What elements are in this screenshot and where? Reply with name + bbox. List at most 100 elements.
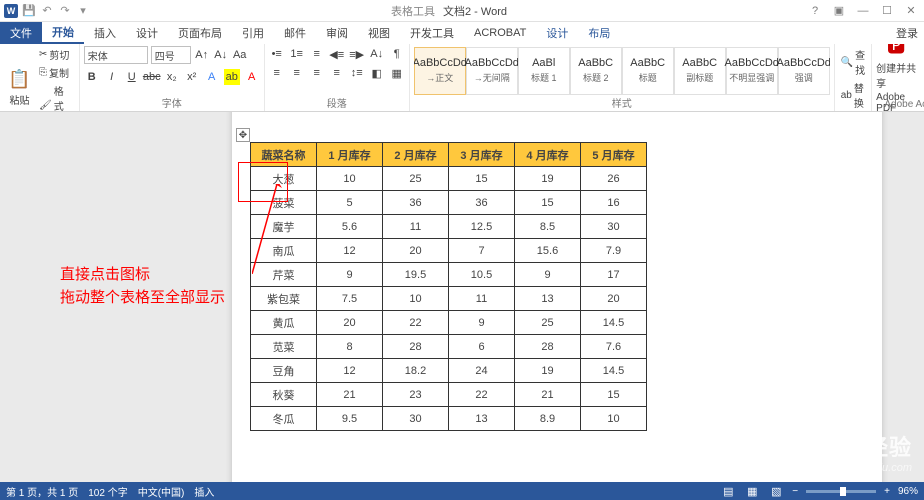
change-case-button[interactable]: Aa <box>232 47 248 63</box>
table-cell[interactable]: 25 <box>515 311 581 335</box>
style-item[interactable]: AaBbCcDd→无间隔 <box>466 47 518 95</box>
table-row[interactable]: 黄瓜202292514.5 <box>251 311 647 335</box>
status-page[interactable]: 第 1 页，共 1 页 <box>6 484 78 499</box>
align-center-button[interactable]: ≡ <box>289 65 305 81</box>
table-header[interactable]: 5 月库存 <box>581 143 647 167</box>
qat-save-icon[interactable]: 💾 <box>22 4 36 18</box>
table-row[interactable]: 紫包菜7.510111320 <box>251 287 647 311</box>
zoom-in-button[interactable]: + <box>884 486 890 497</box>
table-move-handle[interactable]: ✥ <box>236 128 250 142</box>
paste-button[interactable]: 📋 粘贴 <box>4 62 35 114</box>
replace-button[interactable]: ab替换 <box>839 79 867 111</box>
tab-table-layout[interactable]: 布局 <box>578 22 620 44</box>
tab-mailings[interactable]: 邮件 <box>274 22 316 44</box>
table-cell[interactable]: 15.6 <box>515 239 581 263</box>
styles-gallery[interactable]: AaBbCcDd→正文AaBbCcDd→无间隔AaBl标题 1AaBbC标题 2… <box>414 47 830 95</box>
table-cell[interactable]: 12 <box>317 359 383 383</box>
copy-button[interactable]: ⎘复制 <box>37 64 75 81</box>
align-right-button[interactable]: ≡ <box>309 65 325 81</box>
tab-page-layout[interactable]: 页面布局 <box>168 22 232 44</box>
table-cell[interactable]: 18.2 <box>383 359 449 383</box>
table-row[interactable]: 苋菜8286287.6 <box>251 335 647 359</box>
style-item[interactable]: AaBl标题 1 <box>518 47 570 95</box>
table-row[interactable]: 冬瓜9.530138.910 <box>251 407 647 431</box>
table-cell[interactable]: 秋葵 <box>251 383 317 407</box>
bullets-button[interactable]: •≡ <box>269 46 285 62</box>
show-marks-button[interactable]: ¶ <box>389 46 405 62</box>
table-cell[interactable]: 30 <box>581 215 647 239</box>
table-cell[interactable]: 11 <box>449 287 515 311</box>
table-cell[interactable]: 7.9 <box>581 239 647 263</box>
tab-insert[interactable]: 插入 <box>84 22 126 44</box>
style-item[interactable]: AaBbCcDd→正文 <box>414 47 466 95</box>
table-cell[interactable]: 22 <box>449 383 515 407</box>
style-item[interactable]: AaBbCcDd不明显强调 <box>726 47 778 95</box>
request-sign-button[interactable]: ✎ 请求 签名 <box>918 47 924 99</box>
table-cell[interactable]: 苋菜 <box>251 335 317 359</box>
table-cell[interactable]: 28 <box>383 335 449 359</box>
zoom-slider[interactable] <box>806 490 876 493</box>
indent-dec-button[interactable]: ◀≡ <box>329 46 345 62</box>
tab-table-design[interactable]: 设计 <box>536 22 578 44</box>
line-spacing-button[interactable]: ↕≡ <box>349 65 365 81</box>
table-cell[interactable]: 9 <box>449 311 515 335</box>
help-icon[interactable]: ? <box>808 4 822 18</box>
login-link[interactable]: 登录 <box>896 22 918 44</box>
view-read-icon[interactable]: ▤ <box>720 483 736 499</box>
table-cell[interactable]: 20 <box>581 287 647 311</box>
table-cell[interactable]: 16 <box>581 191 647 215</box>
table-cell[interactable]: 8 <box>317 335 383 359</box>
borders-button[interactable]: ▦ <box>389 65 405 81</box>
font-color-button[interactable]: A <box>244 69 260 85</box>
table-cell[interactable]: 黄瓜 <box>251 311 317 335</box>
table-cell[interactable]: 9 <box>515 263 581 287</box>
table-cell[interactable]: 30 <box>383 407 449 431</box>
zoom-out-button[interactable]: − <box>792 486 798 497</box>
table-cell[interactable]: 22 <box>383 311 449 335</box>
cut-button[interactable]: ✂剪切 <box>37 46 75 63</box>
style-item[interactable]: AaBbC副标题 <box>674 47 726 95</box>
tab-view[interactable]: 视图 <box>358 22 400 44</box>
shading-button[interactable]: ◧ <box>369 65 385 81</box>
ribbon-options-icon[interactable]: ▣ <box>832 4 846 18</box>
table-header[interactable]: 3 月库存 <box>449 143 515 167</box>
style-item[interactable]: AaBbC标题 2 <box>570 47 622 95</box>
status-word-count[interactable]: 102 个字 <box>88 484 127 499</box>
underline-button[interactable]: U <box>124 69 140 85</box>
table-cell[interactable]: 8.5 <box>515 215 581 239</box>
tab-acrobat[interactable]: ACROBAT <box>464 22 536 44</box>
table-cell[interactable]: 19 <box>515 167 581 191</box>
status-language[interactable]: 中文(中国) <box>138 484 185 499</box>
table-cell[interactable]: 26 <box>581 167 647 191</box>
numbering-button[interactable]: 1≡ <box>289 46 305 62</box>
highlight-button[interactable]: ab <box>224 69 240 85</box>
style-item[interactable]: AaBbC标题 <box>622 47 674 95</box>
table-cell[interactable]: 15 <box>581 383 647 407</box>
table-cell[interactable]: 6 <box>449 335 515 359</box>
status-insert-mode[interactable]: 插入 <box>194 484 214 499</box>
grow-font-button[interactable]: A↑ <box>194 47 210 63</box>
tab-file[interactable]: 文件 <box>0 22 42 44</box>
table-cell[interactable]: 紫包菜 <box>251 287 317 311</box>
maximize-icon[interactable]: ☐ <box>880 4 894 18</box>
style-item[interactable]: AaBbCcDd强调 <box>778 47 830 95</box>
shrink-font-button[interactable]: A↓ <box>213 47 229 63</box>
zoom-level[interactable]: 96% <box>898 486 918 497</box>
superscript-button[interactable]: x² <box>184 69 200 85</box>
table-cell[interactable]: 14.5 <box>581 359 647 383</box>
italic-button[interactable]: I <box>104 69 120 85</box>
tab-home[interactable]: 开始 <box>42 22 84 44</box>
view-print-icon[interactable]: ▦ <box>744 483 760 499</box>
table-cell[interactable]: 13 <box>449 407 515 431</box>
align-left-button[interactable]: ≡ <box>269 65 285 81</box>
view-web-icon[interactable]: ▧ <box>768 483 784 499</box>
table-cell[interactable]: 10 <box>581 407 647 431</box>
table-cell[interactable]: 28 <box>515 335 581 359</box>
tab-references[interactable]: 引用 <box>232 22 274 44</box>
find-button[interactable]: 🔍查找 <box>839 46 867 78</box>
justify-button[interactable]: ≡ <box>329 65 345 81</box>
tab-developer[interactable]: 开发工具 <box>400 22 464 44</box>
close-icon[interactable]: ✕ <box>904 4 918 18</box>
sort-button[interactable]: A↓ <box>369 46 385 62</box>
table-cell[interactable]: 20 <box>317 311 383 335</box>
